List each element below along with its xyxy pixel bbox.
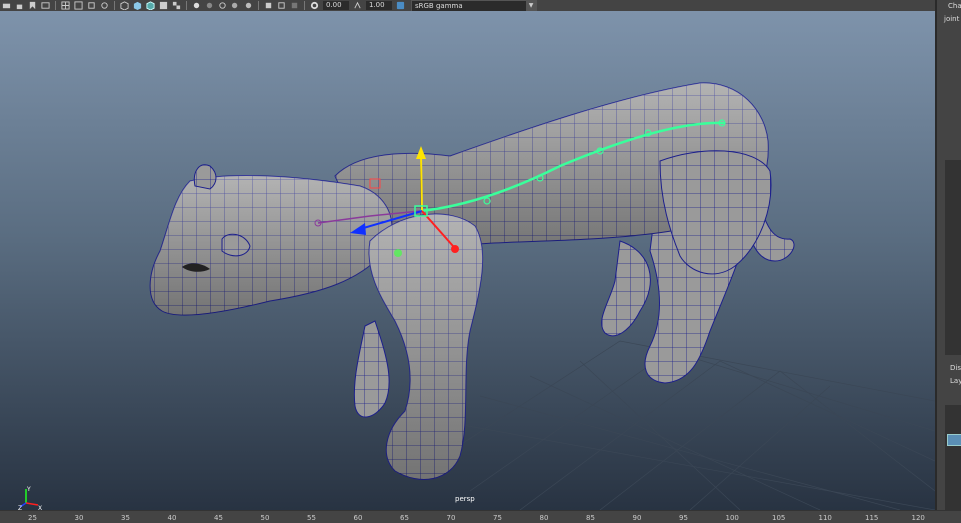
back-leg-left: [601, 240, 651, 337]
timeline-tick: 40: [167, 514, 177, 522]
xray-joints-icon[interactable]: [289, 1, 300, 11]
camera-icon[interactable]: [1, 1, 12, 11]
scene-render: [149, 82, 935, 510]
textured-icon[interactable]: [158, 1, 169, 11]
image-plane-icon[interactable]: [40, 1, 51, 11]
timeline-tick: 45: [214, 514, 223, 522]
wireframe-icon[interactable]: [119, 1, 130, 11]
motion-blur-icon[interactable]: [230, 1, 241, 11]
timeline-tick: 95: [679, 514, 688, 522]
timeline-tick: 120: [911, 514, 925, 522]
gamma-field[interactable]: 1.00: [366, 1, 392, 10]
timeline-tick: 80: [539, 514, 549, 522]
layers-menu[interactable]: Lay: [950, 377, 961, 385]
front-leg-far: [353, 320, 390, 418]
bookmark-icon[interactable]: [27, 1, 38, 11]
display-tab[interactable]: Dis: [950, 364, 961, 372]
timeline-tick: 75: [493, 514, 502, 522]
resolution-gate-icon[interactable]: [86, 1, 97, 11]
timeline-tick: 110: [818, 514, 832, 522]
layer-button[interactable]: [947, 434, 961, 446]
timeline-tick: 55: [307, 514, 316, 522]
timeline-tick: 65: [400, 514, 409, 522]
axis-gizmo: Y Z X: [18, 485, 44, 510]
timeline-tick: 50: [260, 514, 270, 522]
timeline-tick: 60: [353, 514, 363, 522]
color-space-value: sRGB gamma: [415, 1, 463, 10]
shadow-icon[interactable]: [204, 1, 215, 11]
timeline-tick: 35: [121, 514, 130, 522]
channel-box-panel: Cha joint Dis Lay: [935, 0, 961, 522]
ear-left: [193, 164, 217, 190]
layer-list-area: [945, 405, 961, 510]
color-space-dropdown[interactable]: sRGB gamma ▼: [411, 0, 537, 11]
front-leg-shading: [369, 214, 483, 480]
timeline-tick: 90: [632, 514, 642, 522]
3d-viewport[interactable]: Y Z X persp: [0, 11, 935, 510]
camera-label: persp: [455, 495, 475, 503]
light-icon[interactable]: [191, 1, 202, 11]
lock-icon[interactable]: [14, 1, 25, 11]
axis-label-y: Y: [26, 486, 31, 493]
timeline-tick: 70: [446, 514, 456, 522]
safe-action-icon[interactable]: [99, 1, 110, 11]
gamma-icon[interactable]: [352, 1, 363, 11]
isolate-select-icon[interactable]: [263, 1, 274, 11]
smooth-shade-icon[interactable]: [132, 1, 143, 11]
timeline-tick: 85: [586, 514, 595, 522]
time-slider[interactable]: 25 30 35 40 45 50 55 60 65 70 75 80 85 90 95 100 105 110 1…: [0, 510, 961, 523]
head-shading: [150, 175, 392, 316]
antialias-icon[interactable]: [243, 1, 254, 11]
film-gate-icon[interactable]: [73, 1, 84, 11]
timeline-tick: 30: [74, 514, 84, 522]
ambient-occlusion-icon[interactable]: [217, 1, 228, 11]
color-management-icon[interactable]: [395, 1, 406, 11]
exposure-field[interactable]: 0.00: [323, 1, 349, 10]
xray-icon[interactable]: [276, 1, 287, 11]
viewport-toolbar: 0.00 1.00 sRGB gamma ▼: [0, 0, 935, 11]
timeline-tick: 115: [865, 514, 879, 522]
grid-icon[interactable]: [60, 1, 71, 11]
channel-list-area: [945, 160, 961, 355]
checker-icon[interactable]: [171, 1, 182, 11]
wireframe-on-shaded-icon[interactable]: [145, 1, 156, 11]
timeline-tick: 25: [28, 514, 37, 522]
timeline-tick: 105: [772, 514, 786, 522]
timeline-tick: 100: [725, 514, 739, 522]
chevron-down-icon: ▼: [526, 0, 536, 11]
selected-node-name[interactable]: joint: [944, 15, 959, 23]
channel-box-label[interactable]: Cha: [948, 2, 961, 10]
exposure-icon[interactable]: [309, 1, 320, 11]
